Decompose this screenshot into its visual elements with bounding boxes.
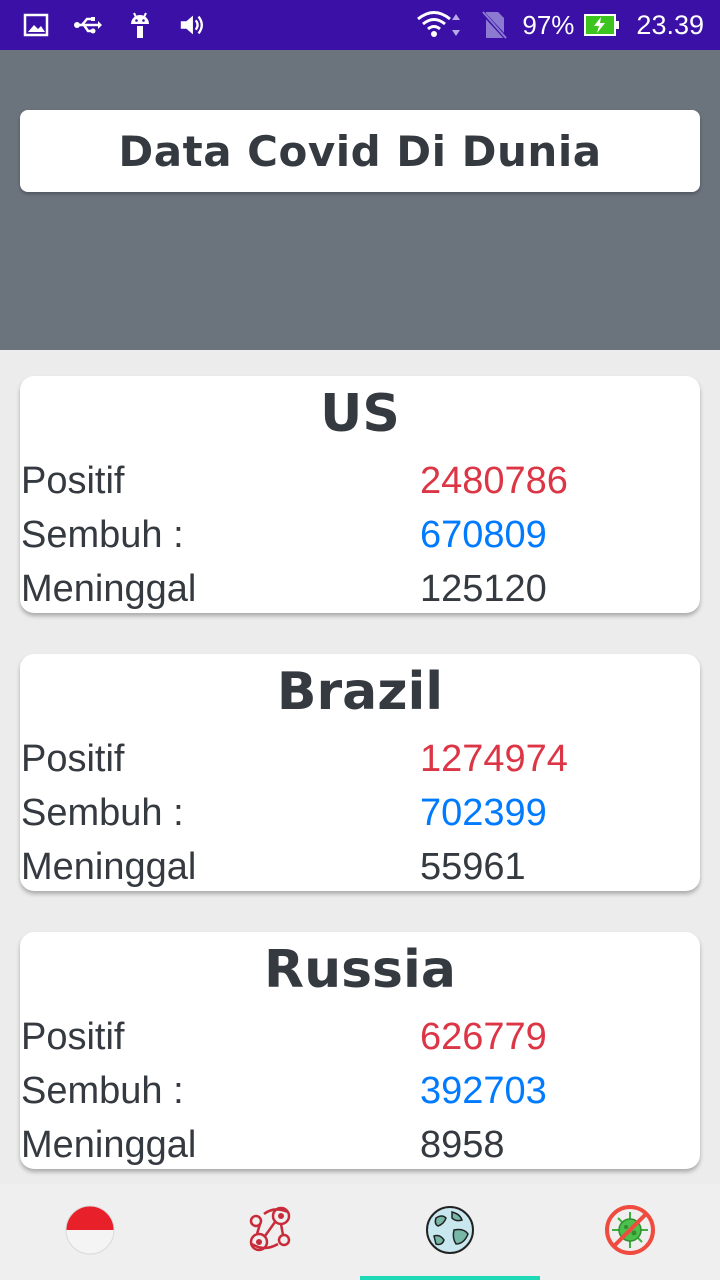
title-card: Data Covid Di Dunia (20, 110, 700, 192)
bottom-nav (0, 1184, 720, 1280)
positif-row: Positif 626779 (20, 1016, 700, 1066)
no-virus-icon (604, 1204, 656, 1260)
country-list[interactable]: US Positif 2480786 Sembuh : 670809 Menin… (0, 350, 720, 1184)
volume-icon (178, 11, 206, 39)
status-bar-left (22, 9, 206, 41)
meninggal-row: Meninggal 8958 (20, 1124, 700, 1174)
sembuh-value: 670809 (420, 514, 547, 556)
country-name: Russia (264, 940, 456, 1000)
battery-percent: 97% (522, 9, 575, 40)
meninggal-row: Meninggal 125120 (20, 568, 700, 618)
page-title: Data Covid Di Dunia (118, 126, 602, 176)
meninggal-label: Meninggal (21, 568, 197, 610)
country-card-russia[interactable]: Russia Positif 626779 Sembuh : 392703 Me… (20, 932, 700, 1169)
positif-label: Positif (21, 738, 125, 780)
country-card-brazil[interactable]: Brazil Positif 1274974 Sembuh : 702399 M… (20, 654, 700, 891)
meninggal-value: 8958 (420, 1124, 505, 1166)
battery-charging-icon (584, 11, 620, 39)
meninggal-row: Meninggal 55961 (20, 846, 700, 896)
positif-value: 2480786 (420, 460, 568, 502)
positif-label: Positif (21, 460, 125, 502)
usb-icon (74, 11, 102, 39)
country-card-us[interactable]: US Positif 2480786 Sembuh : 670809 Menin… (20, 376, 700, 613)
no-sim-icon (476, 10, 512, 40)
sembuh-row: Sembuh : 670809 (20, 514, 700, 564)
status-bar-right: 97% 23.39 (416, 9, 704, 41)
status-bar: 97% 23.39 (0, 0, 720, 50)
nav-selected-indicator (360, 1276, 540, 1280)
sembuh-value: 392703 (420, 1070, 547, 1112)
sembuh-value: 702399 (420, 792, 547, 834)
globe-icon (424, 1204, 476, 1260)
indonesia-flag-icon (64, 1204, 116, 1260)
positif-value: 1274974 (420, 738, 568, 780)
sembuh-label: Sembuh : (21, 1070, 184, 1112)
sembuh-label: Sembuh : (21, 792, 184, 834)
image-icon (22, 11, 50, 39)
header: Data Covid Di Dunia (0, 50, 720, 350)
positif-label: Positif (21, 1016, 125, 1058)
nav-provinces[interactable] (180, 1184, 360, 1280)
meninggal-label: Meninggal (21, 1124, 197, 1166)
positif-row: Positif 2480786 (20, 460, 700, 510)
positif-value: 626779 (420, 1016, 547, 1058)
sembuh-row: Sembuh : 702399 (20, 792, 700, 842)
positif-row: Positif 1274974 (20, 738, 700, 788)
android-icon (126, 11, 154, 39)
country-name: US (320, 384, 400, 444)
meninggal-value: 125120 (420, 568, 547, 610)
country-name: Brazil (276, 662, 444, 722)
nav-world[interactable] (360, 1184, 540, 1280)
nav-indonesia[interactable] (0, 1184, 180, 1280)
clock: 23.39 (636, 9, 704, 40)
wifi-icon (416, 11, 466, 39)
meninggal-label: Meninggal (21, 846, 197, 888)
sembuh-row: Sembuh : 392703 (20, 1070, 700, 1120)
sembuh-label: Sembuh : (21, 514, 184, 556)
nav-stop-covid[interactable] (540, 1184, 720, 1280)
virus-network-icon (244, 1204, 296, 1260)
meninggal-value: 55961 (420, 846, 526, 888)
